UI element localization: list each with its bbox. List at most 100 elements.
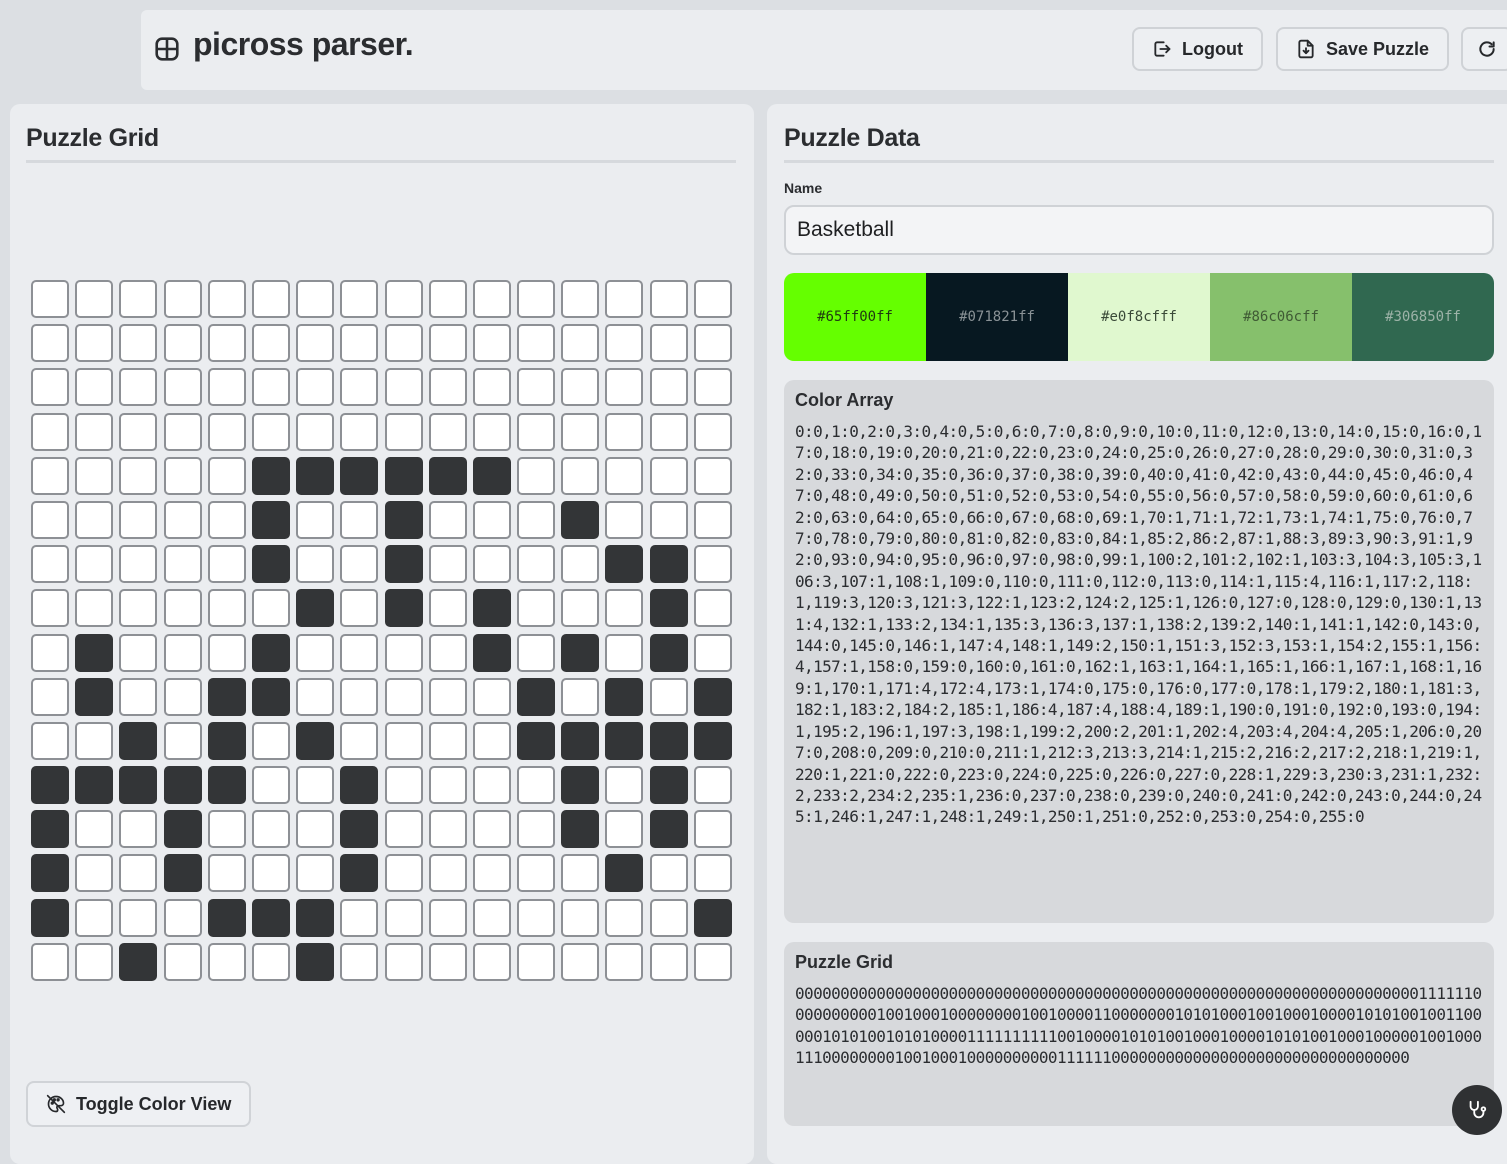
grid-cell[interactable] xyxy=(428,280,467,318)
grid-cell[interactable] xyxy=(472,500,511,539)
grid-cell[interactable] xyxy=(31,942,69,981)
grid-cell[interactable] xyxy=(119,721,158,760)
grid-cell[interactable] xyxy=(428,854,467,893)
grid-cell[interactable] xyxy=(119,898,158,937)
grid-cell[interactable] xyxy=(119,412,158,451)
grid-cell[interactable] xyxy=(649,766,688,805)
grid-cell[interactable] xyxy=(693,456,732,495)
grid-cell[interactable] xyxy=(384,854,423,893)
grid-cell[interactable] xyxy=(31,766,69,805)
grid-cell[interactable] xyxy=(31,633,69,672)
grid-cell[interactable] xyxy=(251,942,290,981)
grid-cell[interactable] xyxy=(693,368,732,407)
grid-cell[interactable] xyxy=(207,500,246,539)
grid-cell[interactable] xyxy=(384,942,423,981)
grid-cell[interactable] xyxy=(75,545,114,584)
grid-cell[interactable] xyxy=(472,324,511,363)
stethoscope-fab[interactable] xyxy=(1452,1085,1502,1135)
grid-cell[interactable] xyxy=(296,589,335,628)
grid-cell[interactable] xyxy=(163,368,202,407)
grid-cell[interactable] xyxy=(251,412,290,451)
grid-cell[interactable] xyxy=(163,942,202,981)
grid-cell[interactable] xyxy=(296,456,335,495)
grid-cell[interactable] xyxy=(163,412,202,451)
grid-cell[interactable] xyxy=(605,545,644,584)
grid-cell[interactable] xyxy=(296,810,335,849)
grid-cell[interactable] xyxy=(340,545,379,584)
grid-cell[interactable] xyxy=(163,456,202,495)
grid-cell[interactable] xyxy=(472,810,511,849)
grid-cell[interactable] xyxy=(428,721,467,760)
grid-cell[interactable] xyxy=(517,677,556,716)
grid-cell[interactable] xyxy=(119,942,158,981)
grid-cell[interactable] xyxy=(605,589,644,628)
grid-cell[interactable] xyxy=(296,766,335,805)
grid-cell[interactable] xyxy=(561,456,600,495)
grid-cell[interactable] xyxy=(31,545,69,584)
grid-cell[interactable] xyxy=(605,280,644,318)
grid-cell[interactable] xyxy=(649,280,688,318)
grid-cell[interactable] xyxy=(472,898,511,937)
grid-cell[interactable] xyxy=(75,412,114,451)
grid-cell[interactable] xyxy=(119,810,158,849)
grid-cell[interactable] xyxy=(296,500,335,539)
grid-cell[interactable] xyxy=(428,456,467,495)
grid-cell[interactable] xyxy=(296,854,335,893)
grid-cell[interactable] xyxy=(693,545,732,584)
grid-cell[interactable] xyxy=(251,545,290,584)
grid-cell[interactable] xyxy=(517,810,556,849)
grid-cell[interactable] xyxy=(207,280,246,318)
grid-cell[interactable] xyxy=(119,368,158,407)
grid-cell[interactable] xyxy=(384,412,423,451)
grid-cell[interactable] xyxy=(561,721,600,760)
grid-cell[interactable] xyxy=(649,721,688,760)
grid-cell[interactable] xyxy=(163,810,202,849)
grid-cell[interactable] xyxy=(517,633,556,672)
grid-cell[interactable] xyxy=(119,633,158,672)
grid-cell[interactable] xyxy=(384,766,423,805)
grid-cell[interactable] xyxy=(384,324,423,363)
grid-cell[interactable] xyxy=(384,589,423,628)
grid-cell[interactable] xyxy=(340,280,379,318)
grid-cell[interactable] xyxy=(31,280,69,318)
grid-cell[interactable] xyxy=(251,677,290,716)
grid-cell[interactable] xyxy=(561,500,600,539)
grid-cell[interactable] xyxy=(340,500,379,539)
grid-cell[interactable] xyxy=(31,721,69,760)
grid-cell[interactable] xyxy=(163,589,202,628)
grid-cell[interactable] xyxy=(163,545,202,584)
grid-cell[interactable] xyxy=(296,280,335,318)
grid-cell[interactable] xyxy=(207,589,246,628)
color-swatch[interactable]: #306850ff xyxy=(1352,273,1494,361)
grid-cell[interactable] xyxy=(163,721,202,760)
grid-cell[interactable] xyxy=(517,324,556,363)
grid-cell[interactable] xyxy=(561,854,600,893)
grid-cell[interactable] xyxy=(649,324,688,363)
grid-cell[interactable] xyxy=(517,589,556,628)
grid-cell[interactable] xyxy=(251,854,290,893)
grid-cell[interactable] xyxy=(428,898,467,937)
grid-cell[interactable] xyxy=(384,898,423,937)
grid-cell[interactable] xyxy=(296,412,335,451)
grid-cell[interactable] xyxy=(517,456,556,495)
grid-cell[interactable] xyxy=(605,412,644,451)
grid-cell[interactable] xyxy=(296,721,335,760)
grid-cell[interactable] xyxy=(472,766,511,805)
grid-cell[interactable] xyxy=(649,633,688,672)
grid-cell[interactable] xyxy=(296,942,335,981)
grid-cell[interactable] xyxy=(428,545,467,584)
grid-cell[interactable] xyxy=(296,545,335,584)
grid-cell[interactable] xyxy=(251,810,290,849)
grid-cell[interactable] xyxy=(517,942,556,981)
grid-cell[interactable] xyxy=(561,412,600,451)
grid-cell[interactable] xyxy=(472,677,511,716)
grid-cell[interactable] xyxy=(31,898,69,937)
grid-cell[interactable] xyxy=(605,721,644,760)
grid-cell[interactable] xyxy=(340,589,379,628)
grid-cell[interactable] xyxy=(693,810,732,849)
grid-cell[interactable] xyxy=(428,368,467,407)
grid-cell[interactable] xyxy=(251,721,290,760)
refresh-button[interactable] xyxy=(1461,27,1507,71)
grid-cell[interactable] xyxy=(693,280,732,318)
grid-cell[interactable] xyxy=(693,633,732,672)
